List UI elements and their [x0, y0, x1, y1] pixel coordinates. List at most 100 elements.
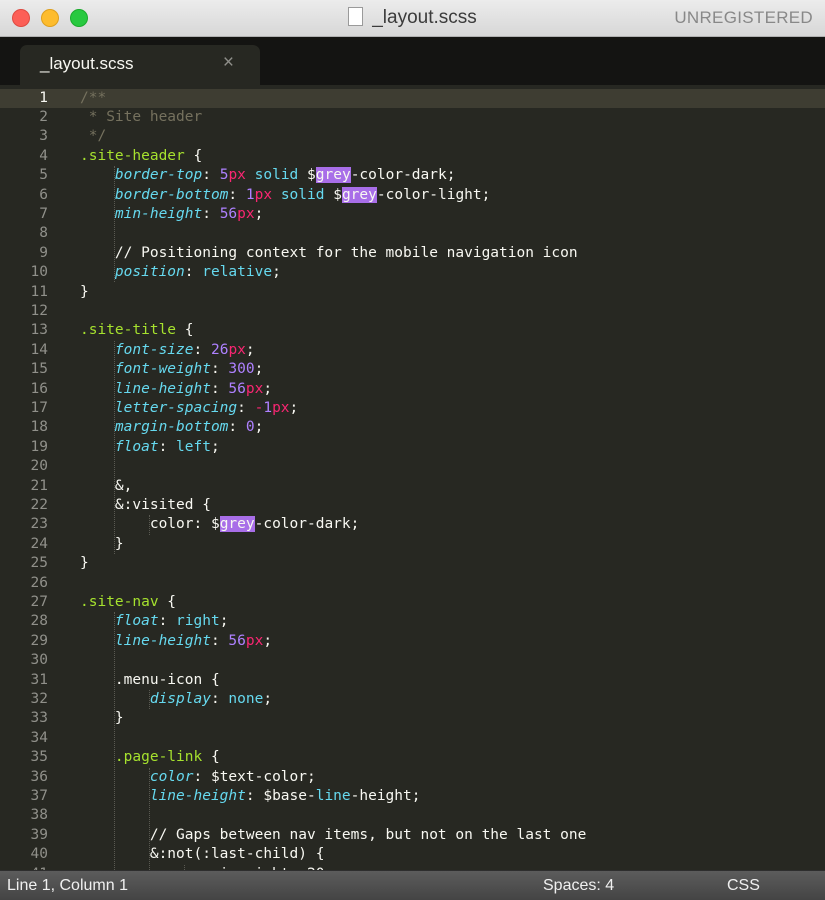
code-token: :: [210, 380, 229, 397]
code-token: }: [80, 283, 89, 300]
code-token: px: [237, 205, 255, 222]
code-line[interactable]: .menu-icon {: [80, 671, 220, 690]
code-line[interactable]: }: [80, 709, 124, 728]
code-token: 56: [228, 380, 246, 397]
code-token: line-height: [149, 787, 246, 804]
line-number: 15: [30, 361, 48, 378]
code-token: }: [80, 710, 124, 727]
code-line[interactable]: margin-bottom: 0;: [80, 418, 263, 437]
code-line[interactable]: &:not(:last-child) {: [80, 845, 325, 864]
code-token: 56: [228, 632, 246, 649]
line-number: 38: [30, 807, 48, 824]
code-line[interactable]: .site-header {: [80, 147, 202, 166]
code-token: }: [80, 535, 124, 552]
tab-label: _layout.scss: [40, 54, 134, 73]
code-token: ;: [263, 380, 273, 397]
code-line[interactable]: }: [80, 283, 89, 302]
search-match-highlight: grey: [341, 186, 377, 203]
code-line[interactable]: /**: [80, 89, 106, 108]
line-number: 22: [30, 496, 48, 513]
code-token: ;: [245, 341, 255, 358]
code-token: &:visited {: [80, 496, 211, 513]
syntax-selector[interactable]: CSS: [727, 871, 760, 900]
code-token: position: [114, 264, 185, 281]
code-token: .menu-icon {: [80, 671, 220, 688]
code-token: $: [324, 186, 342, 203]
line-number: 39: [30, 826, 48, 843]
code-token: -color-dark;: [350, 167, 456, 184]
code-line[interactable]: line-height: 56px;: [80, 632, 272, 651]
code-token: */: [80, 128, 107, 145]
code-token: }: [80, 555, 89, 572]
code-line[interactable]: .site-nav {: [80, 593, 176, 612]
code-token: {: [176, 322, 194, 339]
code-line[interactable]: line-height: 56px;: [80, 380, 272, 399]
code-line[interactable]: font-size: 26px;: [80, 341, 255, 360]
code-line[interactable]: }: [80, 535, 124, 554]
code-editor[interactable]: 1 2 3 4 5 6 7 8 9 10 11 12 13 14 15 16 17 18 19 20 21 22 23 24 2…: [0, 85, 825, 870]
indentation-selector[interactable]: Spaces: 4: [543, 871, 614, 900]
window-title: _layout.scss: [372, 7, 477, 28]
code-token: 26: [210, 341, 229, 358]
code-token: font-size: [114, 341, 194, 358]
code-token: letter-spacing: [114, 399, 238, 416]
code-token: {: [158, 593, 177, 610]
code-token: :: [210, 690, 229, 707]
line-number: 3: [39, 128, 48, 145]
code-line[interactable]: float: left;: [80, 438, 220, 457]
code-token: border-bottom: [114, 186, 229, 203]
tab-layout-scss[interactable]: _layout.scss ×: [20, 45, 260, 85]
code-line[interactable]: border-bottom: 1px solid $grey-color-lig…: [80, 186, 490, 205]
line-number: 12: [30, 302, 48, 319]
code-line[interactable]: * Site header: [80, 108, 203, 127]
code-line[interactable]: float: right;: [80, 612, 229, 631]
code-token: left: [176, 438, 211, 455]
code-line[interactable]: .page-link {: [80, 748, 220, 767]
line-number: 28: [30, 613, 48, 630]
code-line[interactable]: .site-title {: [80, 321, 194, 340]
code-line[interactable]: // Gaps between nav items, but not on th…: [80, 826, 587, 845]
line-number-gutter: 1 2 3 4 5 6 7 8 9 10 11 12 13 14 15 16 17 18 19 20 21 22 23 24 2…: [0, 85, 66, 871]
search-match-highlight: grey: [219, 516, 255, 533]
line-number: 31: [30, 671, 48, 688]
code-token: float: [114, 438, 159, 455]
code-area[interactable]: /** * Site header */ .site-header { borde…: [80, 85, 825, 870]
code-token: * Site header: [80, 108, 203, 125]
line-number: 21: [30, 477, 48, 494]
code-token: solid: [280, 186, 325, 203]
tab-bar: _layout.scss ×: [0, 37, 825, 85]
code-line[interactable]: font-weight: 300;: [80, 360, 263, 379]
code-line[interactable]: &,: [80, 477, 132, 496]
code-line[interactable]: border-top: 5px solid $grey-color-dark;: [80, 166, 455, 185]
code-token: // Positioning context for the mobile na…: [80, 244, 578, 261]
search-match-highlight: grey: [315, 167, 351, 184]
line-number: 16: [30, 380, 48, 397]
code-token: &:not(:last-child) {: [80, 846, 325, 863]
code-line[interactable]: */: [80, 127, 106, 146]
line-number: 4: [39, 147, 48, 164]
code-line[interactable]: line-height: $base-line-height;: [80, 787, 421, 806]
code-line[interactable]: position: relative;: [80, 263, 281, 282]
code-line[interactable]: // Positioning context for the mobile na…: [80, 244, 578, 263]
code-line[interactable]: display: none;: [80, 690, 272, 709]
code-token: ;: [272, 264, 281, 281]
code-line[interactable]: color: $grey-color-dark;: [80, 515, 359, 534]
code-token: relative: [202, 264, 273, 281]
code-line[interactable]: min-height: 56px;: [80, 205, 263, 224]
line-number: 34: [30, 729, 48, 746]
code-token: margin-bottom: [114, 419, 229, 436]
indent-guide: [149, 767, 151, 870]
code-token: .site-nav: [80, 593, 159, 610]
code-line[interactable]: &:visited {: [80, 496, 211, 515]
line-number: 6: [39, 186, 48, 203]
code-line[interactable]: }: [80, 554, 89, 573]
tab-close-icon[interactable]: ×: [223, 52, 234, 74]
code-line[interactable]: letter-spacing: -1px;: [80, 399, 298, 418]
